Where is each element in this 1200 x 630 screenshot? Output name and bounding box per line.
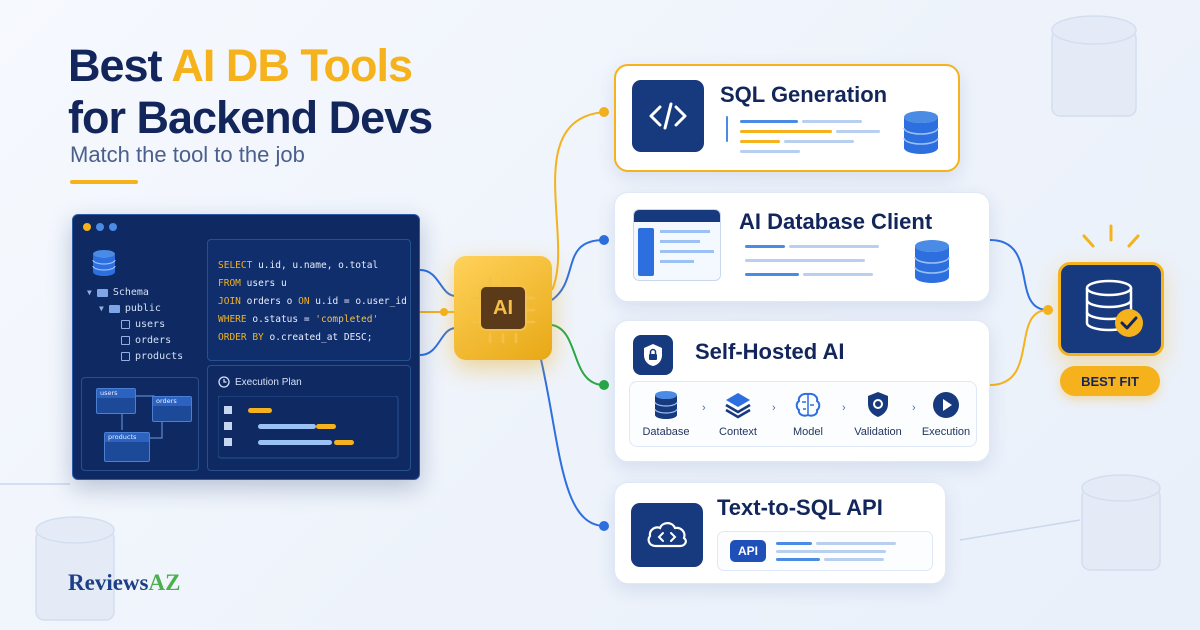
api-request-box: API: [717, 531, 933, 571]
placeholder-bar: [776, 558, 820, 561]
pipeline-step-context: Context: [706, 390, 770, 438]
table-item: orders: [121, 335, 171, 346]
card-self-hosted-ai[interactable]: Self-Hosted AI Database › Context › Mode…: [614, 320, 990, 462]
card-sql-generation[interactable]: SQL Generation: [614, 64, 960, 172]
sql-editor-panel: ▼ Schema ▼ public users orders products SE…: [72, 214, 420, 480]
card-title: Text-to-SQL API: [717, 495, 883, 520]
database-check-icon: [1085, 279, 1143, 337]
card-text-to-sql-api[interactable]: Text-to-SQL API API: [614, 482, 946, 584]
pipeline-step-model: Model: [776, 390, 840, 438]
schema-node: ▼ Schema: [87, 287, 149, 298]
placeholder-bar: [816, 542, 896, 545]
sql-line: ORDER BY o.created_at DESC;: [218, 332, 373, 343]
title-underline: [70, 180, 138, 184]
chip-body: AI: [465, 268, 541, 348]
placeholder-bar: [836, 130, 880, 133]
placeholder-bar: [740, 130, 832, 133]
placeholder-bar: [745, 259, 865, 262]
brand-logo: ReviewsAZ: [68, 570, 181, 595]
schema-tree: ▼ Schema ▼ public users orders products: [81, 243, 201, 371]
placeholder-bar: [740, 150, 800, 153]
window-dot: [96, 223, 104, 231]
sql-code: SELECT u.id, u.name, o.total FROM users …: [207, 239, 411, 361]
pipeline-step-validation: Validation: [846, 390, 910, 438]
plan-bars: [218, 396, 399, 459]
window-dots: [83, 223, 117, 231]
table-item: users: [121, 319, 165, 330]
headline-highlight: AI DB Tools: [171, 40, 413, 91]
erd-table: users: [96, 388, 136, 414]
card-title: SQL Generation: [720, 82, 888, 107]
database-icon: [914, 240, 950, 283]
sql-line: SELECT u.id, u.name, o.total: [218, 260, 379, 271]
placeholder-bar: [789, 245, 879, 248]
code-icon: [632, 80, 704, 152]
headline: Best AI DB Tools for Backend Devs: [68, 40, 433, 144]
placeholder-bar: [745, 273, 799, 276]
best-fit-tile: [1058, 262, 1164, 356]
card-title: AI Database Client: [739, 209, 933, 234]
table-item: products: [121, 351, 183, 362]
brain-icon: [795, 392, 821, 417]
placeholder-bar: [776, 550, 886, 553]
window-dot: [109, 223, 117, 231]
database-icon: [92, 250, 116, 276]
subtitle: Match the tool to the job: [70, 142, 305, 167]
chip-label: AI: [479, 285, 527, 331]
text-cursor: [726, 116, 728, 142]
placeholder-bar: [803, 273, 873, 276]
placeholder-bar: [740, 140, 780, 143]
erd-diagram: users orders products: [81, 377, 199, 471]
sql-line: FROM users u: [218, 278, 287, 289]
ai-chip: AI: [454, 256, 552, 360]
play-icon: [933, 392, 959, 418]
placeholder-bar: [802, 120, 862, 123]
schema-folder: ▼ public: [99, 303, 161, 314]
shield-lock-icon: [633, 335, 673, 375]
card-ai-database-client[interactable]: AI Database Client: [614, 192, 990, 302]
erd-table: products: [104, 432, 150, 462]
placeholder-bar: [824, 558, 884, 561]
cloud-code-icon: [631, 503, 703, 567]
api-badge: API: [730, 540, 766, 562]
shield-check-icon: [868, 392, 888, 417]
database-icon: [654, 391, 678, 419]
window-dot: [83, 223, 91, 231]
placeholder-bar: [784, 140, 854, 143]
headline-line2: for Backend Devs: [68, 92, 433, 143]
placeholder-bar: [776, 542, 812, 545]
placeholder-bar: [740, 120, 798, 123]
layers-icon: [725, 393, 751, 419]
placeholder-bar: [745, 245, 785, 248]
client-window-icon: [633, 209, 721, 281]
best-fit-badge: BEST FIT: [1060, 366, 1160, 396]
clock-icon: [218, 376, 230, 388]
pipeline-step-execution: Execution: [914, 390, 978, 438]
database-icon: [903, 111, 939, 154]
sql-line: JOIN orders o ON u.id = o.user_id: [218, 296, 407, 307]
sql-line: WHERE o.status = 'completed': [218, 314, 379, 325]
headline-prefix: Best: [68, 40, 172, 91]
execution-plan-title: Execution Plan: [218, 376, 302, 388]
pipeline: Database › Context › Model › Validation …: [629, 381, 977, 447]
pipeline-step-database: Database: [634, 390, 698, 438]
execution-plan: Execution Plan: [207, 365, 411, 471]
highlight-rays: [1082, 224, 1140, 248]
erd-table: orders: [152, 396, 192, 422]
card-title: Self-Hosted AI: [695, 339, 845, 364]
